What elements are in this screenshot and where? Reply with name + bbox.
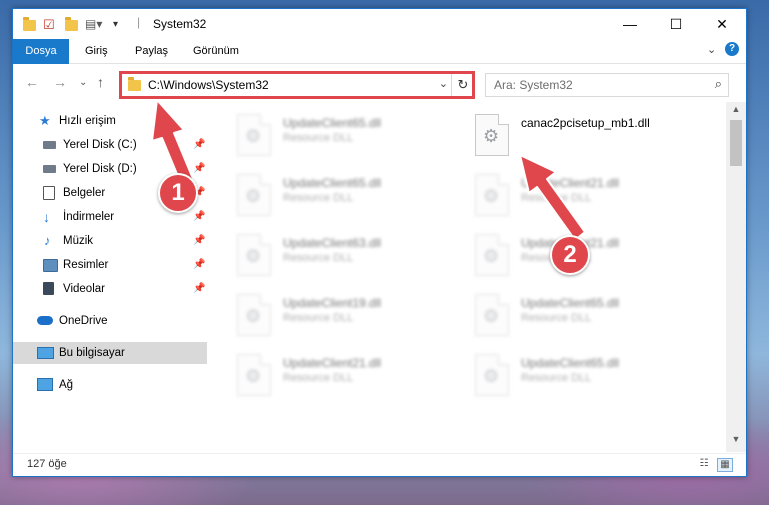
step-2-badge: 2 <box>550 235 590 275</box>
step-1-badge: 1 <box>158 173 198 213</box>
annotation-arrows <box>151 99 586 241</box>
arrow-2-icon <box>519 154 586 241</box>
